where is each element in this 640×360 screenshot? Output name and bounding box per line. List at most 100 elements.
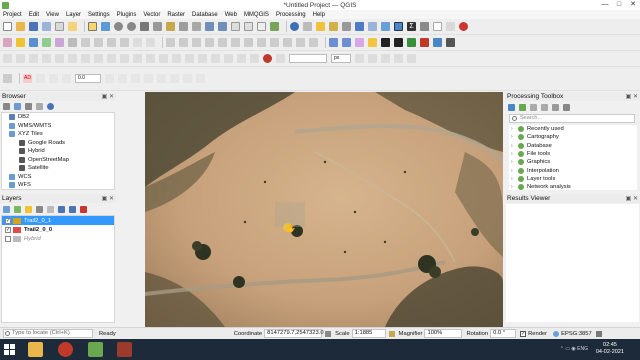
style-tool-10-icon[interactable] (183, 74, 192, 83)
open-project-icon[interactable] (16, 22, 25, 31)
messages-icon[interactable] (595, 330, 602, 337)
digitize-tool-2-icon[interactable] (179, 38, 188, 47)
panel-close-icon[interactable]: ▣ ✕ (102, 93, 114, 102)
advanced-digitize-2-icon[interactable] (16, 54, 25, 63)
select-features-icon[interactable] (316, 22, 325, 31)
menu-plugins[interactable]: Plugins (117, 12, 137, 18)
zoom-native-icon[interactable] (192, 22, 201, 31)
scale-field[interactable]: 1:1885 (351, 329, 386, 338)
snapping-unit-select[interactable]: px (331, 54, 351, 63)
advanced-digitize-5-icon[interactable] (55, 54, 64, 63)
layer-visibility-checkbox[interactable]: ✓ (5, 217, 11, 224)
history-icon[interactable] (530, 103, 537, 111)
add-selected-layers-icon[interactable] (3, 102, 10, 110)
processing-group[interactable]: › File tools (509, 150, 637, 158)
cut-features-icon[interactable] (94, 38, 103, 47)
file-explorer-taskbar-icon[interactable] (28, 342, 43, 357)
filter-browser-icon[interactable] (25, 102, 32, 110)
browser-item[interactable]: WMS/WMTS (2, 122, 114, 131)
map-tips-icon[interactable] (433, 22, 442, 31)
processing-group[interactable]: › Interpolation (509, 166, 637, 174)
browser-item[interactable]: Satellite (2, 164, 114, 173)
toggle-editing-icon[interactable] (16, 38, 25, 47)
style-tool-6-icon[interactable] (131, 74, 140, 83)
pan-map-icon[interactable] (88, 22, 97, 31)
plugin-tool-1-icon[interactable] (407, 38, 416, 47)
digitize-tool-11-icon[interactable] (296, 38, 305, 47)
expand-arrow-icon[interactable]: › (511, 159, 516, 165)
processing-group[interactable]: › Graphics (509, 158, 637, 166)
advanced-digitize-16-icon[interactable] (198, 54, 207, 63)
advanced-digitize-3-icon[interactable] (29, 54, 38, 63)
advanced-digitize-12-icon[interactable] (146, 54, 155, 63)
layout-manager-icon[interactable] (68, 22, 77, 31)
coordinate-field[interactable]: 8147279.7,2547323.0 (264, 329, 324, 338)
digitize-tool-9-icon[interactable] (270, 38, 279, 47)
identify-icon[interactable] (290, 22, 299, 31)
label-tool-5-icon[interactable] (381, 38, 390, 47)
digitize-tool-4-icon[interactable] (205, 38, 214, 47)
menu-vector[interactable]: Vector (143, 12, 160, 18)
menu-layer[interactable]: Layer (66, 12, 81, 18)
rotation-field[interactable]: 0.0 (75, 74, 101, 83)
add-group-icon[interactable] (14, 205, 21, 213)
plugin-tool-3-icon[interactable] (433, 38, 442, 47)
snapping-option-5-icon[interactable] (407, 54, 416, 63)
delete-selected-icon[interactable] (81, 38, 90, 47)
zoom-in-icon[interactable] (114, 22, 123, 31)
toggle-extents-icon[interactable] (325, 330, 332, 337)
panel-close-icon[interactable]: ▣ ✕ (102, 195, 114, 204)
processing-settings-icon[interactable] (394, 22, 403, 31)
processing-group[interactable]: › Recently used (509, 125, 637, 133)
snapping-tolerance-field[interactable] (289, 54, 327, 63)
digitize-tool-1-icon[interactable] (166, 38, 175, 47)
annotation-icon[interactable] (459, 22, 468, 31)
layer-row[interactable]: ✓ Trail2_0_1 (2, 216, 114, 225)
style-tool-5-icon[interactable] (118, 74, 127, 83)
new-3d-view-icon[interactable] (244, 22, 253, 31)
edit-in-place-icon[interactable] (552, 103, 559, 111)
advanced-digitize-18-icon[interactable] (224, 54, 233, 63)
menu-settings[interactable]: Settings (88, 12, 110, 18)
label-tool-1-icon[interactable] (329, 38, 338, 47)
advanced-digitize-14-icon[interactable] (172, 54, 181, 63)
snapping-option-1-icon[interactable] (355, 54, 364, 63)
scripts-icon[interactable] (519, 103, 526, 111)
panel-close-icon[interactable]: ▣ ✕ (626, 195, 638, 204)
shape-digitize-icon[interactable] (3, 74, 12, 83)
style-tool-4-icon[interactable] (105, 74, 114, 83)
label-tool-4-icon[interactable] (368, 38, 377, 47)
processing-search-input[interactable]: Search... (509, 114, 635, 123)
processing-group[interactable]: › Cartography (509, 133, 637, 141)
save-edits-icon[interactable] (29, 38, 38, 47)
menu-processing[interactable]: Processing (276, 12, 306, 18)
digitize-tool-8-icon[interactable] (257, 38, 266, 47)
advanced-digitize-8-icon[interactable] (94, 54, 103, 63)
menu-raster[interactable]: Raster (167, 12, 185, 18)
menu-project[interactable]: Project (3, 12, 22, 18)
collapse-all-layers-icon[interactable] (69, 205, 76, 213)
snapping-option-4-icon[interactable] (394, 54, 403, 63)
processing-options-icon[interactable] (563, 103, 570, 111)
crs-globe-icon[interactable] (553, 330, 560, 337)
temporal-controller-icon[interactable] (257, 22, 266, 31)
refresh-icon[interactable] (270, 22, 279, 31)
advanced-digitize-4-icon[interactable] (42, 54, 51, 63)
redo-icon[interactable] (146, 38, 155, 47)
snapping-magnet-icon[interactable] (263, 54, 272, 63)
qgis-taskbar-icon[interactable] (88, 342, 103, 357)
label-tool-3-icon[interactable] (355, 38, 364, 47)
zoom-selection-icon[interactable] (166, 22, 175, 31)
browser-item[interactable]: DB2 (2, 113, 114, 122)
measure-icon[interactable] (420, 22, 429, 31)
results-icon[interactable] (541, 103, 548, 111)
manage-map-themes-icon[interactable] (25, 205, 32, 213)
menu-help[interactable]: Help (313, 12, 325, 18)
filter-by-expression-icon[interactable] (47, 205, 54, 213)
sigma-icon[interactable]: Σ (407, 22, 416, 31)
paste-features-icon[interactable] (120, 38, 129, 47)
processing-group[interactable]: › Database (509, 142, 637, 150)
zoom-full-icon[interactable] (153, 22, 162, 31)
zoom-last-icon[interactable] (205, 22, 214, 31)
expand-all-icon[interactable] (58, 205, 65, 213)
